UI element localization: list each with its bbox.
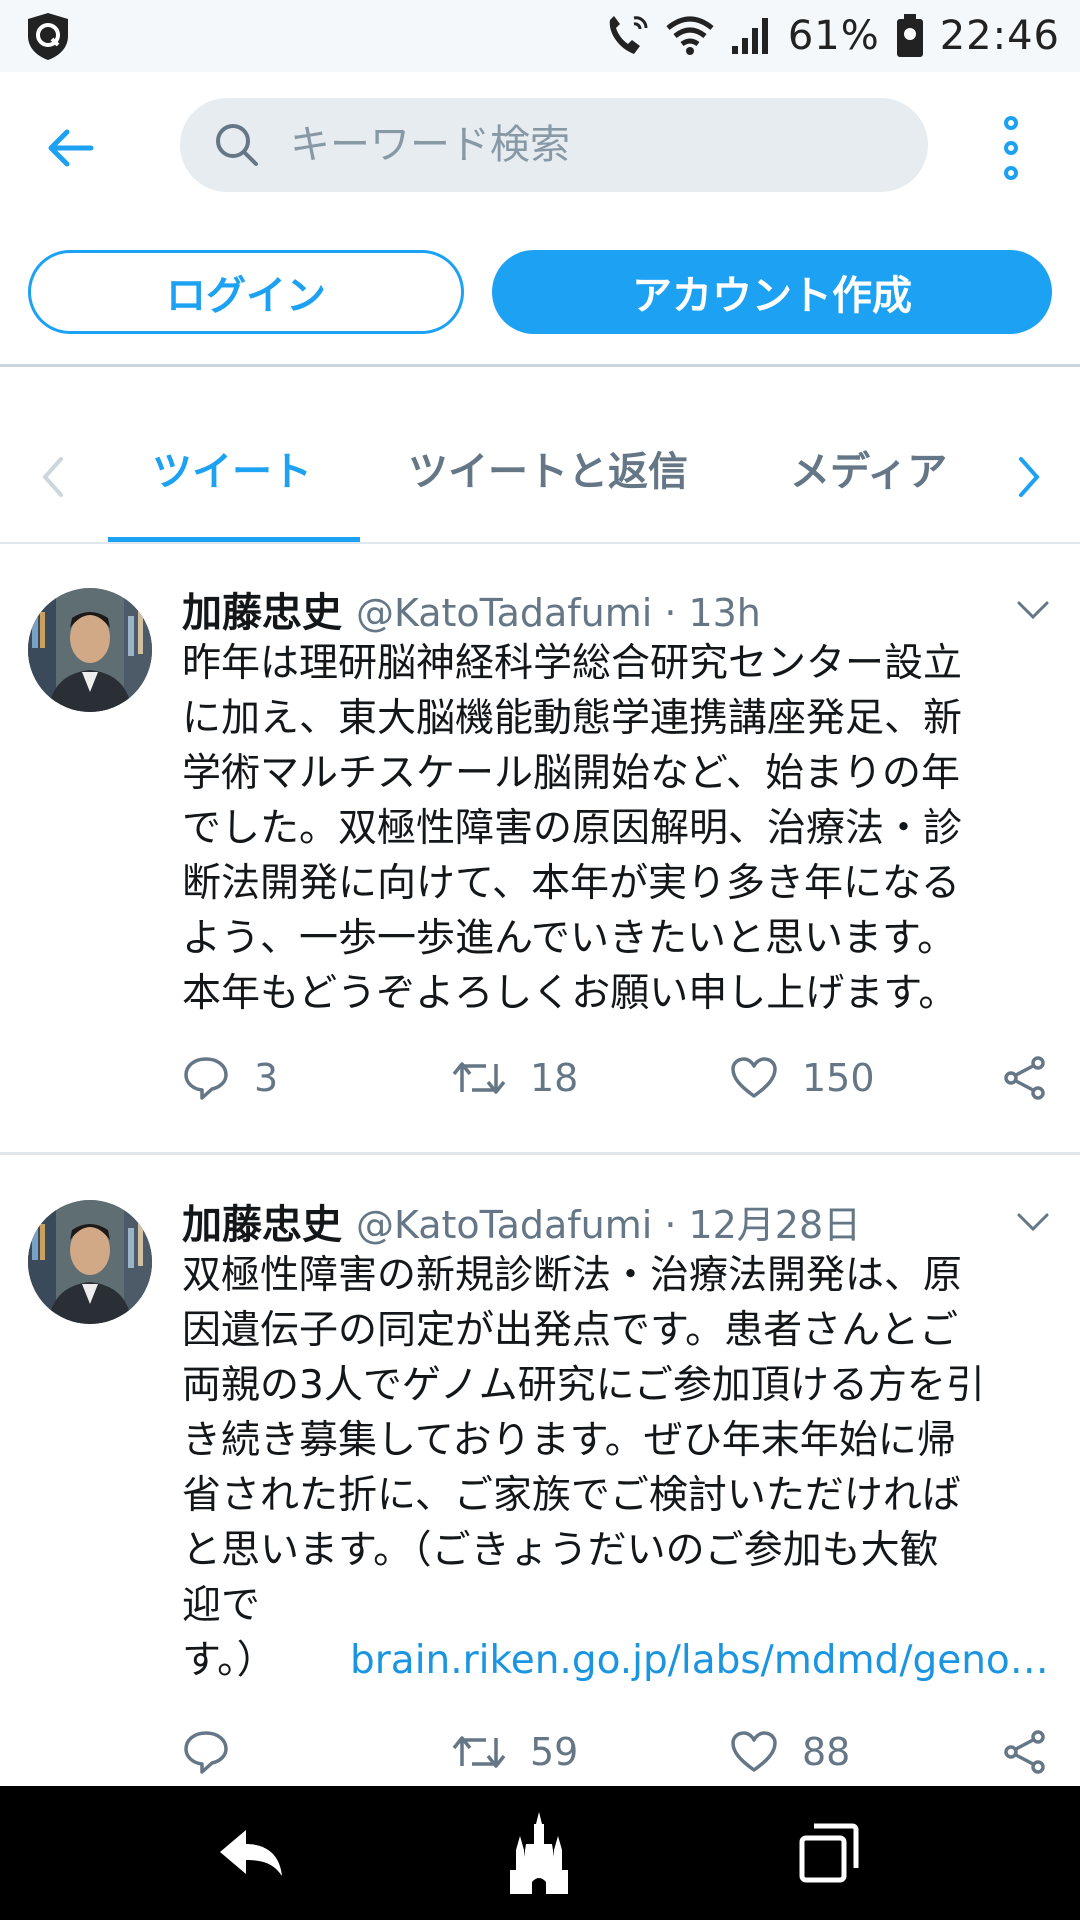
- tweet-text: 双極性障害の新規診断法・治療法開発は、原 因遺伝子の同定が出発点です。患者さんと…: [182, 1248, 1052, 1688]
- search-input[interactable]: [290, 98, 890, 192]
- auth-buttons: ログイン アカウント作成: [0, 250, 1080, 336]
- tweet-divider: [0, 1152, 1080, 1155]
- separator-dot: ·: [664, 591, 677, 635]
- battery-percent: 61%: [787, 13, 880, 59]
- share-icon: [1004, 1730, 1045, 1774]
- retweet-icon: [452, 1736, 506, 1768]
- wifi-call-icon: [609, 16, 648, 54]
- battery-icon: [896, 14, 923, 57]
- heart-icon: [731, 1057, 777, 1098]
- wifi-icon: [666, 16, 714, 55]
- tweet-actions: 3 18 150: [182, 1048, 1052, 1108]
- nav-back-button[interactable]: [206, 1810, 296, 1896]
- more-dot-icon: [1004, 166, 1018, 180]
- chevron-left-icon: [42, 457, 63, 497]
- tab-tweets-and-replies[interactable]: ツイートと返信: [408, 439, 688, 497]
- reply-icon: [184, 1731, 228, 1774]
- like-button[interactable]: 88: [730, 1722, 850, 1782]
- recents-icon: [799, 1823, 859, 1883]
- avatar[interactable]: [28, 588, 152, 712]
- search-header: [0, 72, 1080, 222]
- tab-scroll-right-button[interactable]: [1010, 447, 1050, 507]
- share-button[interactable]: [1002, 1048, 1048, 1108]
- profile-tabs: ツイート ツイートと返信 メディア: [0, 367, 1080, 543]
- reply-button[interactable]: 3: [182, 1048, 278, 1108]
- chevron-right-icon: [1019, 457, 1040, 497]
- author-handle[interactable]: @KatoTadafumi: [356, 591, 652, 635]
- separator-dot: ·: [664, 1203, 677, 1247]
- signup-button[interactable]: アカウント作成: [492, 250, 1052, 334]
- tweet-text-content: 双極性障害の新規診断法・治療法開発は、原 因遺伝子の同定が出発点です。患者さんと…: [182, 1253, 985, 1683]
- like-count: 150: [802, 1056, 875, 1100]
- system-nav-bar: [0, 1786, 1080, 1920]
- author-handle[interactable]: @KatoTadafumi: [356, 1203, 652, 1247]
- tweet-actions: 59 88: [182, 1722, 1052, 1782]
- tweet-header: 加藤忠史 @KatoTadafumi · 12月28日: [182, 1192, 861, 1252]
- profile-photo: [28, 588, 152, 712]
- tab-scroll-left-button[interactable]: [32, 447, 72, 507]
- reply-count: 3: [254, 1056, 279, 1100]
- chevron-down-icon[interactable]: [1016, 598, 1050, 622]
- tweet-link[interactable]: brain.riken.go.jp/labs/mdmd/geno…: [350, 1638, 1049, 1683]
- tweet[interactable]: 加藤忠史 @KatoTadafumi · 13h 昨年は理研脳神経科学総合研究セ…: [0, 580, 1080, 1150]
- castle-icon: [510, 1812, 568, 1894]
- reply-icon: [184, 1057, 228, 1100]
- like-count: 88: [802, 1730, 851, 1774]
- tweet-text: 昨年は理研脳神経科学総合研究センター設立 に加え、東大脳機能動態学連携講座発足、…: [182, 641, 963, 1016]
- tabs-divider: [0, 542, 1080, 544]
- profile-photo: [28, 1200, 152, 1324]
- reply-button[interactable]: [182, 1722, 254, 1782]
- search-box[interactable]: [180, 98, 928, 192]
- retweet-button[interactable]: 59: [452, 1722, 578, 1782]
- status-time: 22:46: [939, 13, 1060, 59]
- tab-media[interactable]: メディア: [790, 439, 947, 497]
- tab-tweets[interactable]: ツイート: [152, 439, 312, 497]
- more-dot-icon: [1004, 116, 1018, 130]
- status-bar: 61% 22:46: [0, 0, 1080, 72]
- heart-icon: [731, 1731, 777, 1772]
- back-button[interactable]: [38, 116, 102, 180]
- more-dot-icon: [1004, 141, 1018, 155]
- nav-home-button[interactable]: [494, 1810, 584, 1896]
- tweet-time[interactable]: 13h: [688, 591, 760, 635]
- share-button[interactable]: [1002, 1722, 1048, 1782]
- author-name[interactable]: 加藤忠史: [182, 580, 342, 638]
- tweet-header: 加藤忠史 @KatoTadafumi · 13h: [182, 580, 761, 640]
- search-icon: [216, 124, 258, 166]
- retweet-count: 59: [530, 1730, 579, 1774]
- retweet-button[interactable]: 18: [452, 1048, 578, 1108]
- avatar[interactable]: [28, 1200, 152, 1324]
- retweet-icon: [452, 1062, 506, 1094]
- like-button[interactable]: 150: [730, 1048, 875, 1108]
- more-options-button[interactable]: [996, 116, 1026, 180]
- chevron-down-icon[interactable]: [1016, 1210, 1050, 1234]
- retweet-count: 18: [530, 1056, 579, 1100]
- tweet[interactable]: 加藤忠史 @KatoTadafumi · 12月28日 双極性障害の新規診断法・…: [0, 1192, 1080, 1786]
- signal-icon: [731, 18, 768, 54]
- author-name[interactable]: 加藤忠史: [182, 1192, 342, 1250]
- shield-app-icon: [28, 13, 68, 60]
- login-button[interactable]: ログイン: [28, 250, 464, 334]
- back-arrow-icon: [48, 129, 94, 167]
- share-icon: [1004, 1056, 1045, 1100]
- back-arrow-icon: [220, 1830, 282, 1876]
- nav-recents-button[interactable]: [784, 1810, 874, 1896]
- tweet-time[interactable]: 12月28日: [688, 1194, 861, 1249]
